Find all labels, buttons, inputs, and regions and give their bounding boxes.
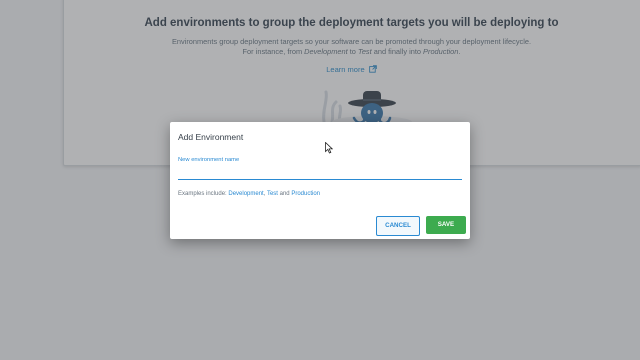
examples-hint: Examples include: Development, Test and … (178, 191, 321, 197)
environment-name-label: New environment name (178, 157, 240, 163)
example-production-link[interactable]: Production (291, 191, 320, 197)
example-test-link[interactable]: Test (267, 191, 278, 197)
example-development-link[interactable]: Development (228, 191, 263, 197)
mouse-cursor-icon (325, 142, 333, 154)
dialog-title: Add Environment (178, 132, 244, 142)
save-button[interactable]: SAVE (426, 216, 466, 234)
cancel-button[interactable]: CANCEL (376, 216, 420, 236)
environment-name-input[interactable] (178, 166, 462, 180)
add-environment-dialog: Add Environment New environment name Exa… (170, 122, 470, 239)
